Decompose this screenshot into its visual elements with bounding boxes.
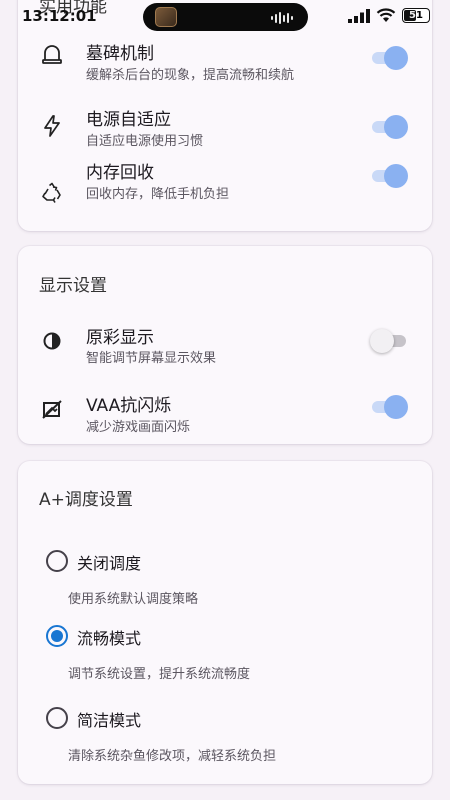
recycle-icon bbox=[42, 182, 61, 203]
option-description: 清除系统杂鱼修改项，减轻系统负担 bbox=[68, 749, 277, 764]
memory-recycle-toggle[interactable] bbox=[370, 163, 410, 189]
audio-wave-icon bbox=[271, 12, 293, 24]
setting-row-vaa-flicker[interactable]: VAA抗闪烁 减少游戏画面闪烁 bbox=[18, 392, 432, 452]
setting-subtitle: 缓解杀后台的现象，提高流畅和续航 bbox=[86, 68, 295, 83]
radio-smooth[interactable] bbox=[46, 625, 68, 647]
lightning-icon bbox=[44, 115, 60, 137]
battery-level: 51 bbox=[409, 10, 423, 21]
option-label[interactable]: 关闭调度 bbox=[77, 550, 141, 574]
radio-off[interactable] bbox=[46, 550, 68, 572]
setting-subtitle: 减少游戏画面闪烁 bbox=[86, 420, 191, 435]
setting-row-true-color[interactable]: 原彩显示 智能调节屏幕显示效果 bbox=[18, 321, 432, 381]
setting-row-power-adaptive[interactable]: 电源自适应 自适应电源使用习惯 bbox=[18, 102, 432, 162]
setting-title: 内存回收 bbox=[86, 163, 154, 183]
radio-clean[interactable] bbox=[46, 707, 68, 729]
setting-title: 原彩显示 bbox=[86, 328, 154, 348]
flicker-icon bbox=[42, 400, 62, 419]
status-bar: 13:12:01 51 bbox=[0, 0, 450, 34]
option-description: 使用系统默认调度策略 bbox=[68, 592, 199, 607]
battery-icon: 51 bbox=[402, 8, 430, 23]
card-scheduling: A+调度设置 关闭调度 使用系统默认调度策略 流畅模式 调节系统设置，提升系统流… bbox=[18, 461, 432, 784]
setting-subtitle: 自适应电源使用习惯 bbox=[86, 134, 204, 149]
status-time: 13:12:01 bbox=[22, 7, 97, 25]
true-color-toggle[interactable] bbox=[370, 328, 410, 354]
vaa-flicker-toggle[interactable] bbox=[370, 394, 410, 420]
setting-row-memory-recycle[interactable]: 内存回收 回收内存，降低手机负担 bbox=[18, 163, 432, 233]
option-clean[interactable]: 简洁模式 清除系统杂鱼修改项，减轻系统负担 bbox=[18, 706, 432, 766]
setting-title: 墓碑机制 bbox=[86, 44, 154, 64]
setting-subtitle: 智能调节屏幕显示效果 bbox=[86, 351, 217, 366]
setting-title: VAA抗闪烁 bbox=[86, 396, 172, 416]
tombstone-toggle[interactable] bbox=[370, 45, 410, 71]
status-icons: 51 bbox=[348, 8, 430, 23]
card-display: 显示设置 原彩显示 智能调节屏幕显示效果 VAA抗闪烁 减少游戏画面闪烁 bbox=[18, 246, 432, 444]
card-utility: 实用功能 墓碑机制 缓解杀后台的现象，提高流畅和续航 电源自适应 自适应电源使用… bbox=[18, 0, 432, 231]
option-label[interactable]: 流畅模式 bbox=[77, 625, 141, 649]
option-description: 调节系统设置，提升系统流畅度 bbox=[68, 667, 251, 682]
tombstone-icon bbox=[42, 45, 62, 64]
contrast-icon bbox=[43, 332, 61, 350]
card-display-title: 显示设置 bbox=[39, 276, 107, 296]
option-smooth[interactable]: 流畅模式 调节系统设置，提升系统流畅度 bbox=[18, 623, 432, 683]
setting-title: 电源自适应 bbox=[86, 110, 171, 130]
option-off[interactable]: 关闭调度 使用系统默认调度策略 bbox=[18, 547, 432, 607]
power-adaptive-toggle[interactable] bbox=[370, 114, 410, 140]
signal-icon bbox=[348, 8, 370, 23]
card-scheduling-title: A+调度设置 bbox=[39, 490, 133, 510]
setting-row-tombstone[interactable]: 墓碑机制 缓解杀后台的现象，提高流畅和续航 bbox=[18, 33, 432, 93]
wifi-icon bbox=[376, 8, 396, 22]
option-label[interactable]: 简洁模式 bbox=[77, 707, 141, 731]
app-thumbnail-icon bbox=[155, 7, 177, 27]
dynamic-island[interactable] bbox=[143, 3, 308, 31]
setting-subtitle: 回收内存，降低手机负担 bbox=[86, 187, 230, 202]
